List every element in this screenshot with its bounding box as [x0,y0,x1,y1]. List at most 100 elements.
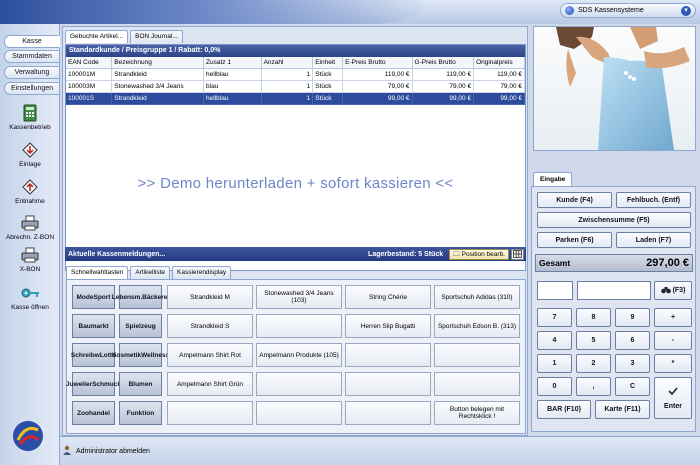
column-header[interactable]: EAN Code [66,57,113,69]
category-zoohandel[interactable]: Zoo handel [72,401,115,425]
demo-banner[interactable]: >> Demo herunterladen + sofort kassieren… [66,175,525,192]
tool-x-bon[interactable]: X-BON [2,246,58,273]
column-header[interactable]: E-Preis Brutto [342,57,413,69]
product-button[interactable] [434,372,520,396]
subtotal-button[interactable]: Zwischensumme (F5) [537,212,691,228]
key-3[interactable]: 3 [615,354,650,373]
search-button[interactable]: (F3) [654,281,692,300]
column-header[interactable]: Bezeichnung [111,57,205,69]
cell-extra: hellblau [203,68,262,81]
printer-icon [21,246,39,264]
cat-line: handel [88,409,110,417]
product-button[interactable]: Ampelmann Shirt Rot [167,343,253,367]
product-button[interactable] [345,372,431,396]
total-value: 297,00 € [646,257,689,269]
chevron-down-icon: ▾ [681,5,691,16]
stock-label: Lagerbestand: 5 Stück [368,250,444,258]
nav-tab-einstellungen[interactable]: Einstellungen [4,82,60,95]
product-button[interactable]: String Chérie [345,285,431,309]
category-kosmetik[interactable]: Kosmetik Wellness [112,343,169,367]
cash-button[interactable]: BAR (F10) [537,400,591,419]
park-button[interactable]: Parken (F6) [537,232,612,248]
nav-tab-stammdaten[interactable]: Stammdaten [4,50,60,63]
category-juwelier[interactable]: Juwelier Schmuck [66,372,121,396]
category-spielzeug[interactable]: Spielzeug [119,314,162,338]
nav-tab-kasse[interactable]: Kasse [4,35,60,48]
table-row[interactable]: 100003M Stonewashed 3/4 Jeans blau 1 Stü… [66,80,525,93]
category-mode-sport[interactable]: Mode Sport [72,285,115,309]
key-5[interactable]: 5 [576,331,611,350]
tool-kasse-oeffnen[interactable]: Kasse öffnen [2,284,58,311]
product-button[interactable] [256,314,342,338]
category-funktion[interactable]: Funktion [119,401,162,425]
tab-artikelliste[interactable]: Artikelliste [130,266,171,279]
tab-kassierendisplay[interactable]: Kassierendisplay [172,266,232,279]
cat-line: Juwelier [66,380,93,388]
error-booking-button[interactable]: Fehlbuch. (Entf) [616,192,691,208]
left-navigation: Kasse Stammdaten Verwaltung Einstellunge… [0,24,60,465]
column-header[interactable]: G-Preis Brutto [412,57,475,69]
key-6[interactable]: 6 [615,331,650,350]
category-blumen[interactable]: Blumen [119,372,162,396]
tool-z-bon[interactable]: Abrechn. Z-BON [2,214,58,241]
tab-schnellwahltasten[interactable]: Schnellwahltasten [66,266,129,279]
load-button[interactable]: Laden (F7) [616,232,691,248]
product-button[interactable]: Strandkleid M [167,285,253,309]
enter-button[interactable]: Enter [654,377,692,419]
product-button[interactable]: Ampelmann Produkte (105) [256,343,342,367]
product-button[interactable] [256,401,342,425]
tab-gebuchte-artikel[interactable]: Gebuchte Artikel... [65,30,129,43]
product-button[interactable] [167,401,253,425]
key-9[interactable]: 9 [615,308,650,327]
binoculars-icon [660,286,671,296]
nav-tab-verwaltung[interactable]: Verwaltung [4,66,60,79]
product-button[interactable]: Herren Slip Bugatti [345,314,431,338]
column-header[interactable]: Einheit [312,57,344,69]
customer-button[interactable]: Kunde (F4) [537,192,612,208]
key-clear[interactable]: C [615,377,650,396]
product-button[interactable]: Sportschuh Adidas (310) [434,285,520,309]
key-2[interactable]: 2 [576,354,611,373]
quantity-input[interactable] [537,281,573,300]
column-header[interactable]: Zusatz 1 [203,57,262,69]
key-multiply[interactable]: * [654,354,692,373]
product-button[interactable]: Strandkleid S [167,314,253,338]
key-comma[interactable]: , [576,377,611,396]
tab-eingabe[interactable]: Eingabe [533,172,573,187]
category-lebensmittel[interactable]: Lebensm. Bäckerei [112,285,169,309]
key-8[interactable]: 8 [576,308,611,327]
column-header[interactable]: Anzahl [261,57,314,69]
logout-link[interactable]: Administrator abmelden [76,448,150,455]
app-menu-button[interactable]: SDS Kassensysteme ▾ [560,3,696,18]
tool-entnahme[interactable]: Entnahme [2,178,58,205]
article-input[interactable] [577,281,651,300]
product-button[interactable] [256,372,342,396]
product-button[interactable] [345,343,431,367]
category-schreibwaren[interactable]: Schreibw Lotto [71,343,116,367]
table-row-selected[interactable]: 100001S Strandkleid hellblau 1 Stück 99,… [66,92,525,105]
column-header[interactable]: Originalpreis [473,57,525,69]
key-4[interactable]: 4 [537,331,572,350]
key-minus[interactable]: - [654,331,692,350]
product-button[interactable]: Ampelmann Shirt Grün [167,372,253,396]
tool-einlage[interactable]: Einlage [2,141,58,168]
key-7[interactable]: 7 [537,308,572,327]
product-button[interactable] [434,343,520,367]
table-row[interactable]: 100001M Strandkleid hellblau 1 Stück 119… [66,68,525,81]
cell-qty: 1 [261,80,314,93]
product-button[interactable]: Stonewashed 3/4 Jeans (103) [256,285,342,309]
category-baumarkt[interactable]: Baumarkt [72,314,115,338]
tab-bon-journal[interactable]: BON Journal... [130,30,183,43]
product-button[interactable]: Button belegen mit Rechtsklick ! [434,401,520,425]
cat-line: Wellness [141,351,170,359]
card-button[interactable]: Karte (F11) [595,400,650,419]
key-1[interactable]: 1 [537,354,572,373]
grid-view-button[interactable] [511,248,524,260]
key-plus[interactable]: + [654,308,692,327]
cat-line: Schmuck [92,380,121,388]
key-0[interactable]: 0 [537,377,572,396]
product-button[interactable] [345,401,431,425]
product-button[interactable]: Sportschuh Edson B. (313) [434,314,520,338]
edit-position-button[interactable]: 🗀 Position bearb. [449,248,509,260]
tool-kassenbetrieb[interactable]: Kassenbetrieb [2,104,58,131]
